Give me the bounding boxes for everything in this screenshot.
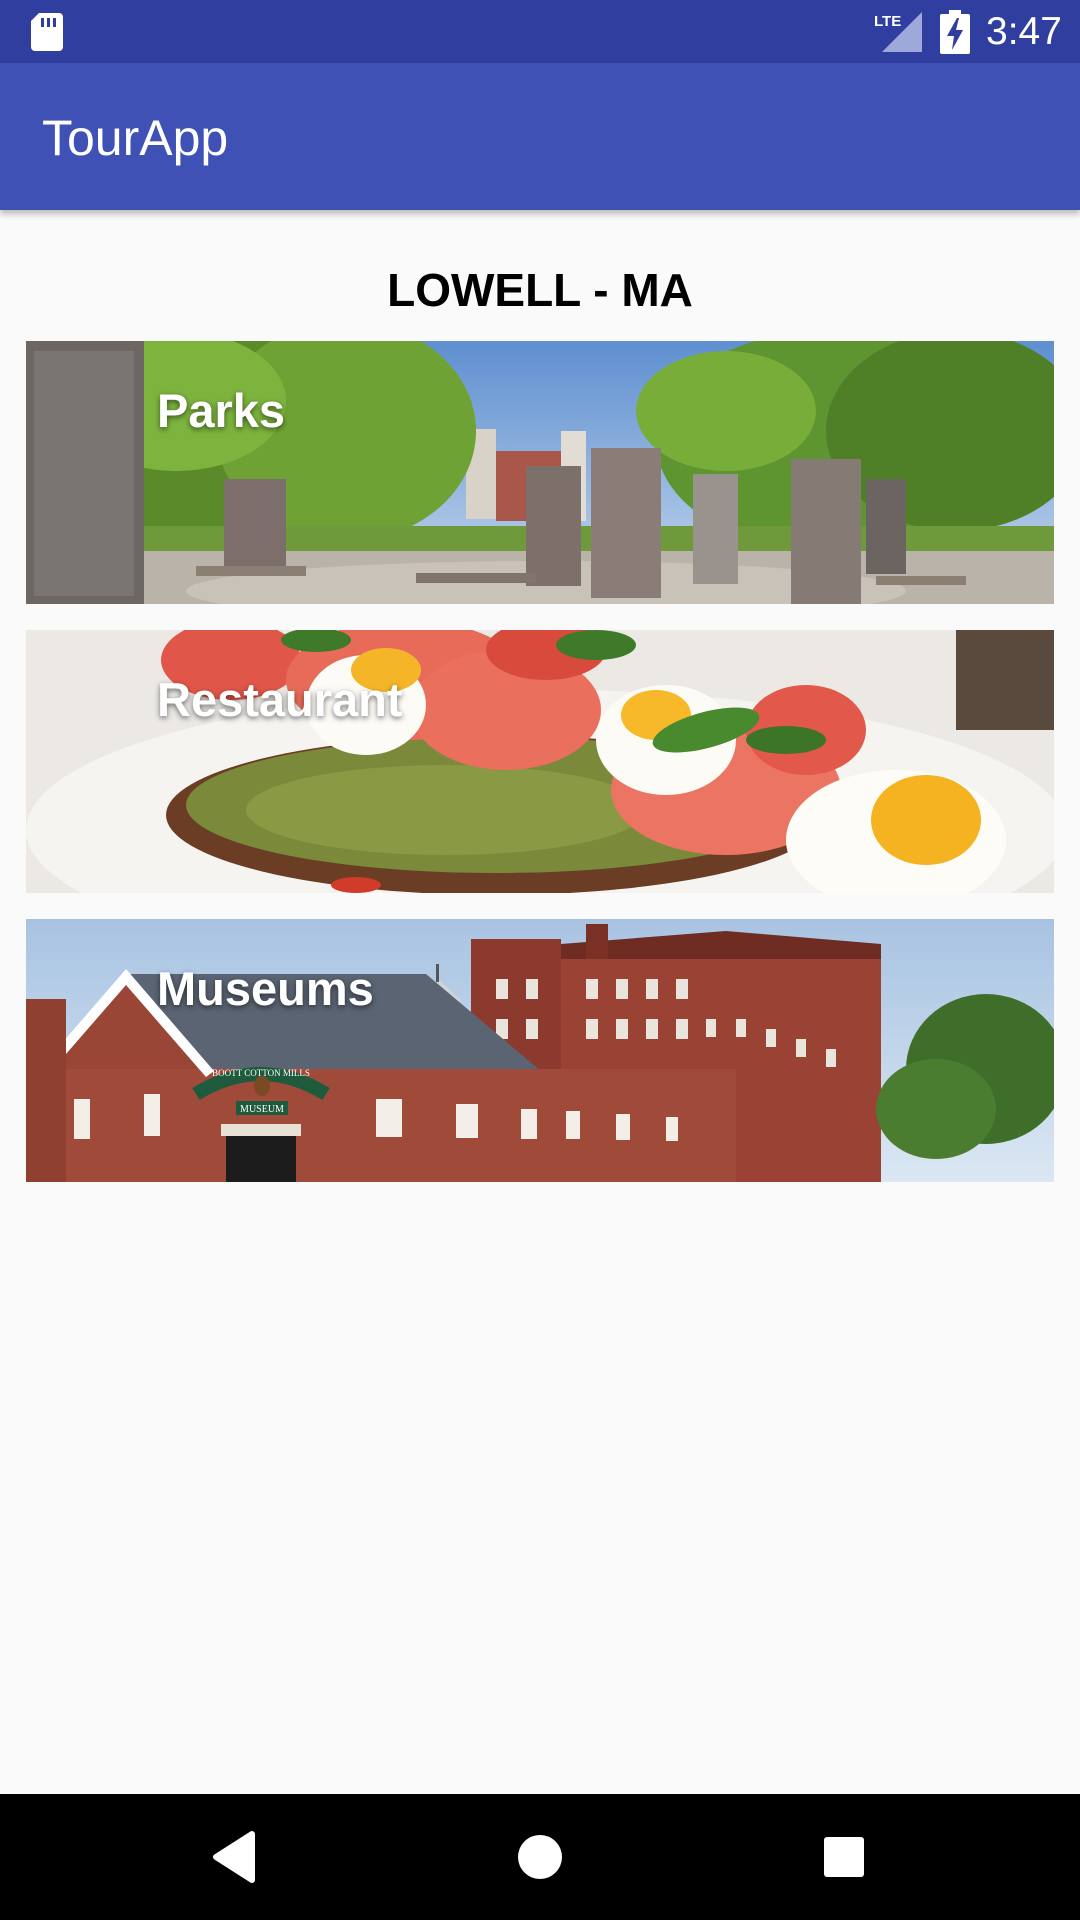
category-card-parks[interactable]: Parks [26, 341, 1054, 604]
status-clock: 3:47 [986, 10, 1062, 53]
lte-label: LTE [874, 13, 901, 30]
recents-icon[interactable] [811, 1824, 877, 1890]
category-label-museums: Museums [157, 962, 374, 1015]
museum-sign-plate: MUSEUM [240, 1104, 284, 1115]
navigation-bar [0, 1794, 1080, 1920]
back-icon[interactable] [204, 1824, 270, 1890]
category-card-restaurant[interactable]: Restaurant [26, 630, 1054, 893]
lte-signal-icon: LTE [874, 12, 922, 52]
category-label-parks: Parks [157, 384, 286, 437]
category-label-restaurant: Restaurant [157, 673, 403, 726]
status-bar: LTE 3:47 [0, 0, 1080, 63]
avocado-toast-dish-image [26, 630, 1054, 893]
home-icon[interactable] [507, 1824, 573, 1890]
app-title: TourApp [42, 110, 229, 166]
battery-charging-icon [940, 10, 970, 54]
boott-cotton-mills-museum-image: MUSEUM BOOTT COTTON MILLS [26, 919, 1054, 1182]
app-bar: TourApp [0, 63, 1080, 210]
park-memorial-stones-image [26, 341, 1054, 604]
category-card-museums[interactable]: MUSEUM BOOTT COTTON MILLS Museums [26, 919, 1054, 1182]
sd-card-icon [31, 13, 63, 51]
city-title: LOWELL - MA [387, 264, 693, 316]
